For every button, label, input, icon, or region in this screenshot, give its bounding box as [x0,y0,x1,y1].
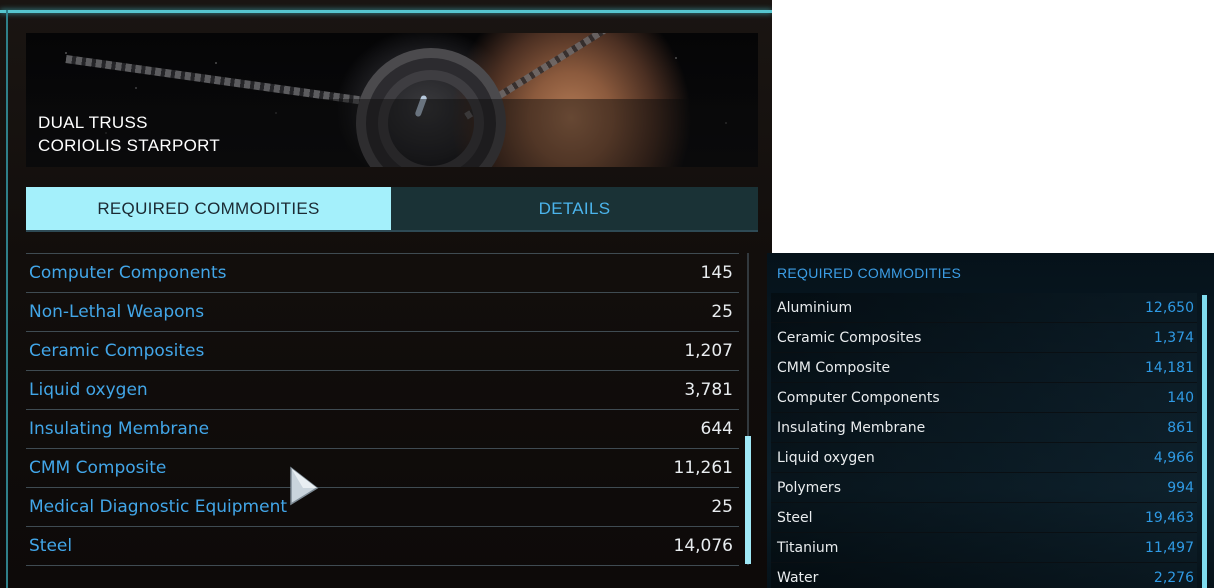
list-item[interactable]: Polymers 994 [771,473,1197,503]
tab-details[interactable]: DETAILS [391,187,758,230]
commodity-name: Ceramic Composites [29,340,205,361]
list-item[interactable]: Ceramic Composites 1,207 [26,331,739,369]
list-item[interactable]: Computer Components 145 [26,253,739,291]
list-item[interactable]: Non-Lethal Weapons 25 [26,292,739,330]
list-item[interactable]: Titanium 11,497 [771,533,1197,563]
commodity-name: Liquid oxygen [777,449,875,466]
station-image: DUAL TRUSS CORIOLIS STARPORT [26,33,758,167]
list-item[interactable]: Ceramic Composites 1,374 [771,323,1197,353]
commodity-quantity: 12,650 [1145,299,1194,316]
commodity-quantity: 3,781 [684,379,733,400]
commodity-name: Computer Components [29,262,227,283]
commodity-quantity: 4,966 [1153,449,1194,466]
scrollbar-thumb[interactable] [1202,295,1207,588]
commodity-name: Medical Diagnostic Equipment [29,496,288,517]
commodity-list: Computer Components 145 Non-Lethal Weapo… [26,253,739,566]
commodity-quantity: 1,207 [684,340,733,361]
commodity-name: Steel [777,509,813,526]
commodity-name: Titanium [777,539,839,556]
required-commodities-panel: REQUIRED COMMODITIES Aluminium 12,650 Ce… [767,253,1214,588]
commodity-quantity: 19,463 [1145,509,1194,526]
list-divider [26,565,739,566]
commodity-name: Non-Lethal Weapons [29,301,205,322]
commodity-quantity: 11,497 [1145,539,1194,556]
commodity-quantity: 1,374 [1153,329,1194,346]
commodity-name: CMM Composite [29,457,167,478]
commodity-name: Ceramic Composites [777,329,922,346]
list-item[interactable]: CMM Composite 14,181 [771,353,1197,383]
commodity-quantity: 140 [1167,389,1194,406]
panel-side-border [6,10,8,588]
list-item[interactable]: Steel 19,463 [771,503,1197,533]
station-services-panel: DUAL TRUSS CORIOLIS STARPORT REQUIRED CO… [0,0,772,588]
station-title-line2: CORIOLIS STARPORT [38,136,221,155]
list-item[interactable]: Aluminium 12,650 [771,293,1197,323]
commodity-quantity: 14,076 [673,535,733,556]
commodity-quantity: 861 [1167,419,1194,436]
commodity-name: Aluminium [777,299,853,316]
scrollbar-thumb[interactable] [745,436,751,564]
station-title: DUAL TRUSS CORIOLIS STARPORT [38,111,220,157]
list-item[interactable]: Liquid oxygen 3,781 [26,370,739,408]
list-item[interactable]: Insulating Membrane 861 [771,413,1197,443]
required-commodities-list: Aluminium 12,650 Ceramic Composites 1,37… [771,293,1197,588]
panel-top-border [0,10,772,13]
commodity-name: Liquid oxygen [29,379,148,400]
list-item[interactable]: Water 2,276 [771,563,1197,588]
list-item[interactable]: Computer Components 140 [771,383,1197,413]
tab-underline [26,230,758,232]
commodity-quantity: 2,276 [1153,569,1194,586]
tab-bar: REQUIRED COMMODITIES DETAILS [26,187,758,232]
commodity-name: Computer Components [777,389,940,406]
commodity-name: Water [777,569,819,586]
list-item[interactable]: Medical Diagnostic Equipment 25 [26,487,739,525]
commodity-quantity: 25 [711,496,733,517]
station-title-line1: DUAL TRUSS [38,113,148,132]
commodity-quantity: 14,181 [1145,359,1194,376]
panel-heading: REQUIRED COMMODITIES [777,265,962,281]
commodity-quantity: 644 [700,418,733,439]
pointer-cursor-icon [290,466,319,506]
list-item[interactable]: Liquid oxygen 4,966 [771,443,1197,473]
tab-required-commodities[interactable]: REQUIRED COMMODITIES [26,187,391,230]
commodity-quantity: 11,261 [673,457,733,478]
commodity-quantity: 25 [711,301,733,322]
commodity-quantity: 145 [700,262,733,283]
commodity-name: Polymers [777,479,841,496]
list-item[interactable]: CMM Composite 11,261 [26,448,739,486]
commodity-name: Steel [29,535,73,556]
commodity-name: CMM Composite [777,359,891,376]
commodity-name: Insulating Membrane [777,419,926,436]
list-item[interactable]: Insulating Membrane 644 [26,409,739,447]
commodity-name: Insulating Membrane [29,418,210,439]
commodity-quantity: 994 [1167,479,1194,496]
list-item[interactable]: Steel 14,076 [26,526,739,564]
